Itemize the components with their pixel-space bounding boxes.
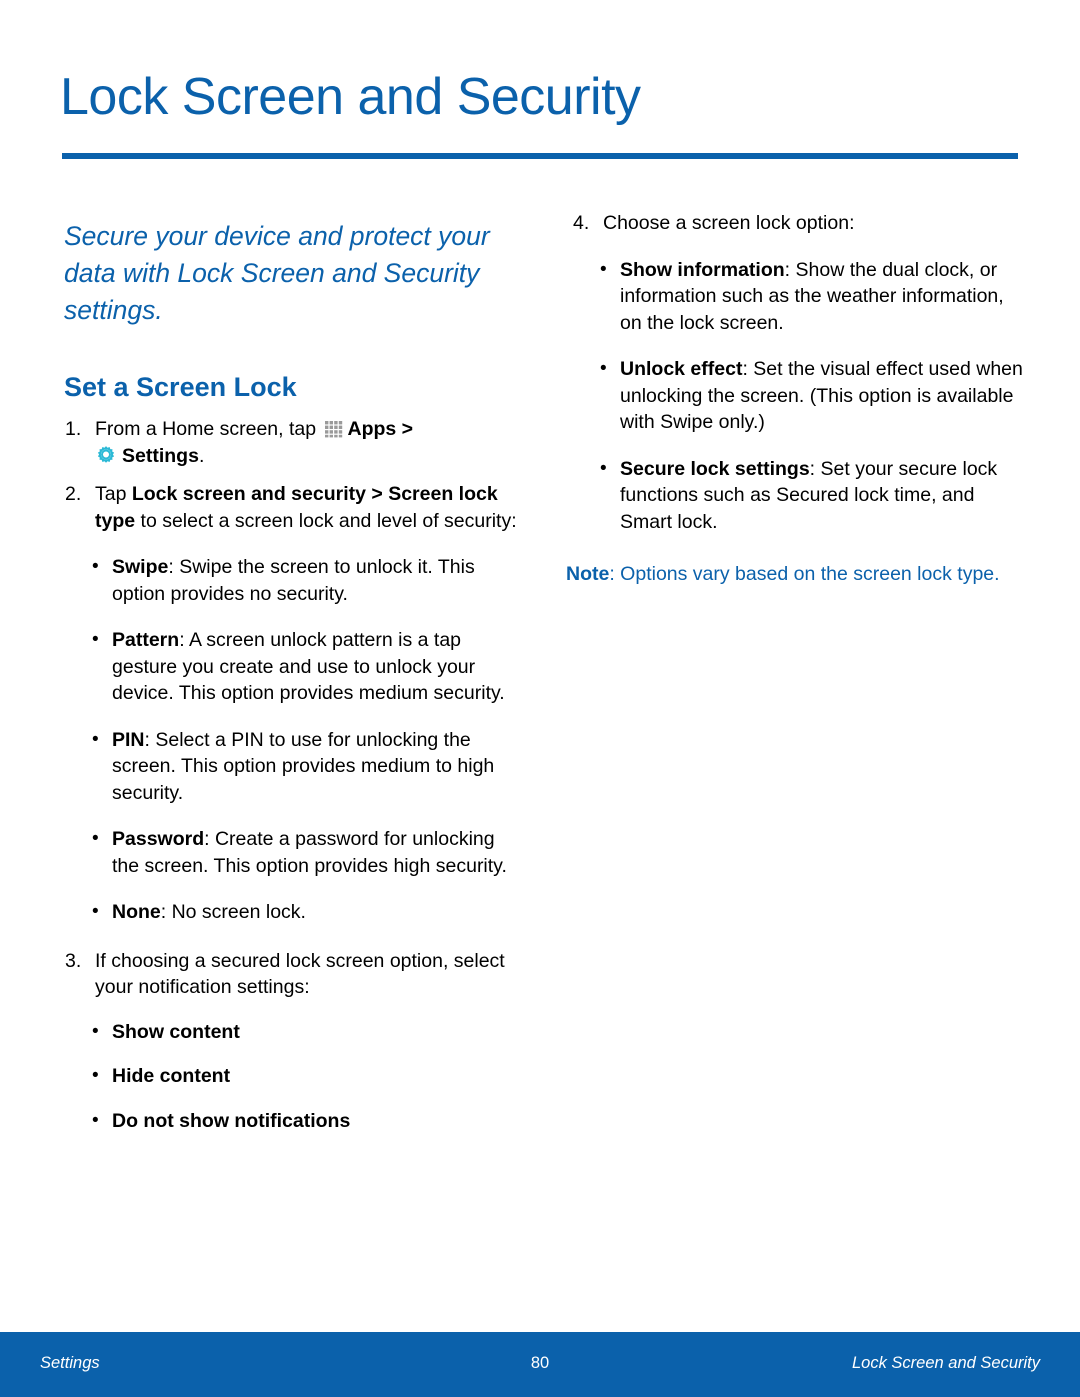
- intro-paragraph: Secure your device and protect your data…: [64, 221, 490, 325]
- step-1-separator: >: [396, 418, 414, 440]
- step-1-lead: From a Home screen, tap: [95, 418, 322, 440]
- bullet-term: Show information: [620, 258, 785, 281]
- left-column: Secure your device and protect your data…: [62, 210, 522, 1134]
- bullet-term: Secure lock settings: [620, 457, 810, 480]
- section-heading-set-a-screen-lock: Set a Screen Lock: [64, 372, 297, 402]
- bullet-term: Unlock effect: [620, 358, 743, 380]
- step-3-number: 3.: [65, 949, 82, 972]
- bullet-text: Password: Create a password for unlockin…: [112, 826, 522, 879]
- step-2-tail: to select a screen lock and level of sec…: [135, 509, 517, 532]
- bullet-dot-icon: •: [600, 358, 607, 379]
- bullet-dot-icon: •: [92, 828, 99, 849]
- notification-bullet-list: • Show content • Hide content • Do not s…: [92, 1019, 522, 1135]
- list-item: • Secure lock settings: Set your secure …: [600, 456, 1025, 536]
- lock-type-bullet-list: • Swipe: Swipe the screen to unlock it. …: [92, 554, 522, 926]
- bullet-term: Swipe: [112, 556, 169, 578]
- step-2-text: Tap Lock screen and security > Screen lo…: [95, 481, 522, 534]
- bullet-dot-icon: •: [92, 1065, 99, 1086]
- step-1-text: From a Home screen, tap Apps > Settings.: [95, 416, 522, 469]
- screen-lock-option-bullet-list: • Show information: Show the dual clock,…: [600, 257, 1025, 536]
- bullet-text: Unlock effect: Set the visual effect use…: [620, 356, 1025, 436]
- bullet-desc: : Select a PIN to use for unlocking the …: [112, 728, 495, 804]
- bullet-text: Swipe: Swipe the screen to unlock it. Th…: [112, 554, 522, 607]
- step-2-bold-1: Lock screen and security: [131, 483, 366, 505]
- bullet-term: PIN: [112, 728, 145, 751]
- step-1: 1. From a Home screen, tap Apps > Settin…: [62, 416, 522, 469]
- page-title: Lock Screen and Security: [60, 68, 641, 126]
- note-text: : Options vary based on the screen lock …: [609, 563, 1000, 585]
- bullet-term: None: [112, 901, 161, 923]
- list-item: • Pattern: A screen unlock pattern is a …: [92, 627, 522, 707]
- list-item: • Show information: Show the dual clock,…: [600, 257, 1025, 337]
- note-label: Note: [566, 563, 610, 585]
- bullet-dot-icon: •: [92, 1020, 99, 1042]
- bullet-term: Pattern: [112, 629, 180, 651]
- bullet-text: Secure lock settings: Set your secure lo…: [620, 456, 1025, 536]
- bullet-term: Do not show notifications: [112, 1109, 351, 1132]
- bullet-dot-icon: •: [600, 258, 607, 280]
- step-3: 3. If choosing a secured lock screen opt…: [62, 948, 522, 1001]
- bullet-dot-icon: •: [92, 1109, 99, 1131]
- bullet-term: Password: [112, 828, 205, 850]
- bullet-text: Show information: Show the dual clock, o…: [620, 257, 1025, 337]
- settings-label: Settings: [122, 444, 199, 467]
- step-4-number: 4.: [573, 212, 590, 234]
- page-footer: Settings 80 Lock Screen and Security: [0, 1332, 1080, 1397]
- step-4-text: Choose a screen lock option:: [603, 212, 855, 234]
- list-item: • Swipe: Swipe the screen to unlock it. …: [92, 554, 522, 607]
- step-3-text: If choosing a secured lock screen option…: [95, 949, 505, 999]
- list-item: • Hide content: [92, 1063, 522, 1090]
- bullet-desc: : No screen lock.: [160, 901, 306, 923]
- right-column: 4. Choose a screen lock option: • Show i…: [566, 210, 1025, 588]
- footer-chapter-label: Lock Screen and Security: [851, 1354, 1040, 1372]
- list-item: • Unlock effect: Set the visual effect u…: [600, 356, 1025, 436]
- step-2: 2. Tap Lock screen and security > Screen…: [62, 481, 522, 534]
- step-1-number: 1.: [65, 418, 82, 440]
- apps-grid-icon: [324, 419, 344, 439]
- bullet-dot-icon: •: [92, 629, 99, 650]
- step-4: 4. Choose a screen lock option:: [570, 210, 1025, 237]
- settings-gear-icon: [95, 445, 117, 467]
- list-item: • Do not show notifications: [92, 1108, 522, 1135]
- bullet-text: Pattern: A screen unlock pattern is a ta…: [112, 627, 522, 707]
- bullet-text: None: No screen lock.: [112, 899, 522, 926]
- title-divider: [62, 153, 1018, 159]
- bullet-term: Show content: [112, 1020, 240, 1043]
- bullet-dot-icon: •: [92, 728, 99, 750]
- list-item: • PIN: Select a PIN to use for unlocking…: [92, 727, 522, 807]
- step-2-lead: Tap: [95, 483, 132, 505]
- list-item: • Show content: [92, 1019, 522, 1046]
- bullet-dot-icon: •: [92, 901, 99, 922]
- step-2-number: 2.: [65, 483, 82, 505]
- bullet-dot-icon: •: [92, 556, 99, 577]
- list-item: • None: No screen lock.: [92, 899, 522, 926]
- bullet-text: PIN: Select a PIN to use for unlocking t…: [112, 727, 522, 807]
- step-1-tail: .: [198, 444, 205, 467]
- bullet-dot-icon: •: [600, 457, 607, 479]
- note-callout: Note: Options vary based on the screen l…: [566, 561, 1025, 588]
- list-item: • Password: Create a password for unlock…: [92, 826, 522, 879]
- step-2-mid: >: [365, 483, 389, 505]
- bullet-term: Hide content: [112, 1065, 231, 1087]
- apps-label: Apps: [347, 418, 397, 440]
